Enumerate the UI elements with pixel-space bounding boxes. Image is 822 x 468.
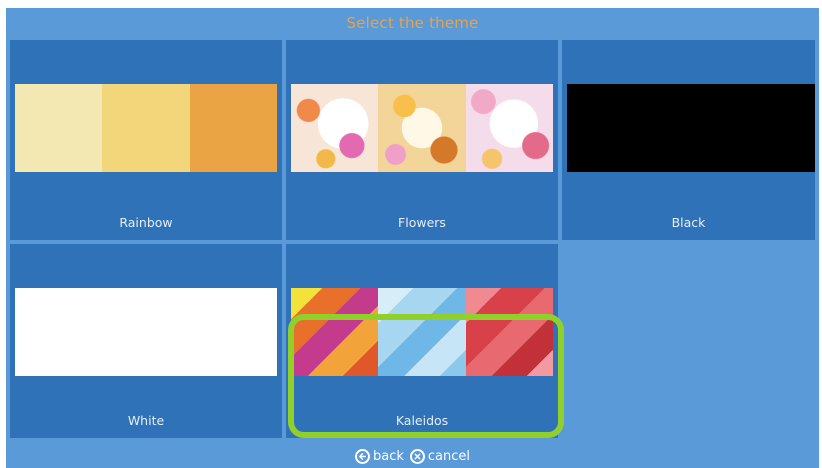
theme-dialog: Select the theme Rainbow Flowers Black W… [6, 8, 819, 468]
theme-tile-black[interactable]: Black [562, 40, 815, 240]
theme-preview-white [15, 288, 277, 376]
back-label: back [372, 448, 404, 464]
cancel-x-icon [409, 448, 425, 464]
theme-grid: Rainbow Flowers Black White Kaleidos [10, 40, 815, 438]
page-title: Select the theme [346, 14, 479, 32]
theme-tile-white[interactable]: White [10, 244, 282, 438]
theme-tile-flowers[interactable]: Flowers [286, 40, 558, 240]
theme-label-black: Black [671, 215, 706, 230]
theme-preview-rainbow [15, 84, 277, 172]
empty-slot [562, 244, 815, 438]
back-arrow-icon [354, 448, 370, 464]
cancel-button[interactable]: cancel [409, 448, 471, 464]
theme-label-kaleidos: Kaleidos [395, 413, 449, 428]
footer-nav: back cancel [6, 444, 819, 468]
theme-label-flowers: Flowers [398, 215, 446, 230]
theme-label-white: White [127, 413, 165, 428]
back-button[interactable]: back [354, 448, 404, 464]
theme-tile-kaleidos[interactable]: Kaleidos [286, 244, 558, 438]
theme-preview-black [567, 84, 815, 172]
screen: Select the theme Rainbow Flowers Black W… [0, 0, 822, 468]
theme-tile-rainbow[interactable]: Rainbow [10, 40, 282, 240]
cancel-label: cancel [427, 448, 471, 464]
theme-preview-flowers [291, 84, 553, 172]
theme-label-rainbow: Rainbow [119, 215, 173, 230]
theme-preview-kaleidos [291, 288, 553, 376]
